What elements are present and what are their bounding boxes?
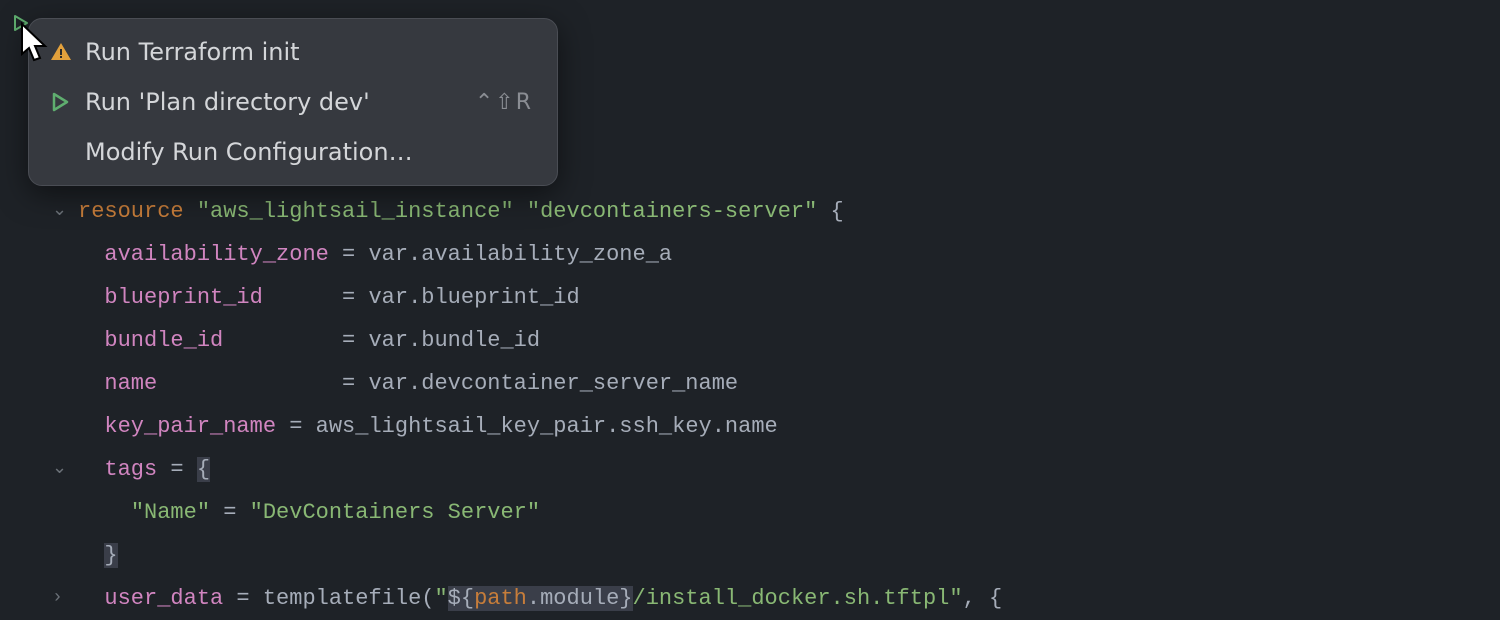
code-token bbox=[78, 500, 131, 525]
code-token: ${ bbox=[448, 586, 474, 611]
menu-item-label: Modify Run Configuration… bbox=[85, 138, 533, 166]
code-token bbox=[78, 242, 104, 267]
code-line[interactable]: ⌄ resource "aws_lightsail_instance" "devc… bbox=[0, 190, 1500, 233]
code-token: { bbox=[197, 457, 210, 482]
code-token: " bbox=[434, 586, 447, 611]
code-token bbox=[78, 457, 104, 482]
code-token bbox=[78, 328, 104, 353]
play-icon bbox=[49, 91, 85, 113]
code-token bbox=[78, 414, 104, 439]
code-token: , { bbox=[963, 586, 1003, 611]
code-line[interactable]: blueprint_id = var.blueprint_id bbox=[0, 276, 1500, 319]
warning-icon bbox=[49, 40, 85, 64]
chevron-down-icon[interactable]: ⌄ bbox=[52, 448, 67, 491]
code-token: = var.blueprint_id bbox=[263, 285, 580, 310]
code-token: { bbox=[831, 199, 844, 224]
code-line[interactable]: bundle_id = var.bundle_id bbox=[0, 319, 1500, 362]
run-context-menu: Run Terraform init Run 'Plan directory d… bbox=[28, 18, 558, 186]
menu-item-modify-config[interactable]: Modify Run Configuration… bbox=[29, 127, 557, 177]
code-token: bundle_id bbox=[104, 328, 223, 353]
code-token: = var.bundle_id bbox=[223, 328, 540, 353]
code-line[interactable]: availability_zone = var.availability_zon… bbox=[0, 233, 1500, 276]
code-token: = var.availability_zone_a bbox=[329, 242, 672, 267]
code-token: "Name" bbox=[131, 500, 210, 525]
code-token: } bbox=[104, 543, 117, 568]
menu-item-shortcut: ⌃⇧R bbox=[475, 90, 533, 115]
code-token: key_pair_name bbox=[104, 414, 276, 439]
chevron-right-icon[interactable]: › bbox=[52, 577, 63, 620]
menu-item-label: Run 'Plan directory dev' bbox=[85, 88, 475, 116]
code-token: blueprint_id bbox=[104, 285, 262, 310]
code-token: "aws_lightsail_instance" "devcontainers-… bbox=[197, 199, 831, 224]
code-token: = bbox=[210, 500, 250, 525]
code-token: tags bbox=[104, 457, 157, 482]
menu-item-run-terraform-init[interactable]: Run Terraform init bbox=[29, 27, 557, 77]
code-token: = aws_lightsail_key_pair.ssh_key.name bbox=[276, 414, 778, 439]
code-line[interactable]: › user_data = templatefile("${path.modul… bbox=[0, 577, 1500, 620]
code-token: .module} bbox=[527, 586, 633, 611]
code-line[interactable]: name = var.devcontainer_server_name bbox=[0, 362, 1500, 405]
code-token: resource bbox=[78, 199, 197, 224]
code-token: = templatefile( bbox=[223, 586, 434, 611]
code-token bbox=[78, 543, 104, 568]
code-token bbox=[78, 586, 104, 611]
code-token: name bbox=[104, 371, 157, 396]
code-line[interactable]: ⌄ tags = { bbox=[0, 448, 1500, 491]
code-line[interactable]: } bbox=[0, 534, 1500, 577]
code-line[interactable]: "Name" = "DevContainers Server" bbox=[0, 491, 1500, 534]
code-token: = bbox=[157, 457, 197, 482]
code-token: path bbox=[474, 586, 527, 611]
code-token: "DevContainers Server" bbox=[250, 500, 540, 525]
code-token: = var.devcontainer_server_name bbox=[157, 371, 738, 396]
code-token: /install_docker.sh.tftpl" bbox=[633, 586, 963, 611]
menu-item-label: Run Terraform init bbox=[85, 38, 533, 66]
code-token bbox=[78, 285, 104, 310]
code-token bbox=[78, 371, 104, 396]
menu-item-run-plan[interactable]: Run 'Plan directory dev' ⌃⇧R bbox=[29, 77, 557, 127]
code-token: availability_zone bbox=[104, 242, 328, 267]
code-line[interactable]: key_pair_name = aws_lightsail_key_pair.s… bbox=[0, 405, 1500, 448]
chevron-down-icon[interactable]: ⌄ bbox=[52, 190, 67, 233]
code-token: user_data bbox=[104, 586, 223, 611]
